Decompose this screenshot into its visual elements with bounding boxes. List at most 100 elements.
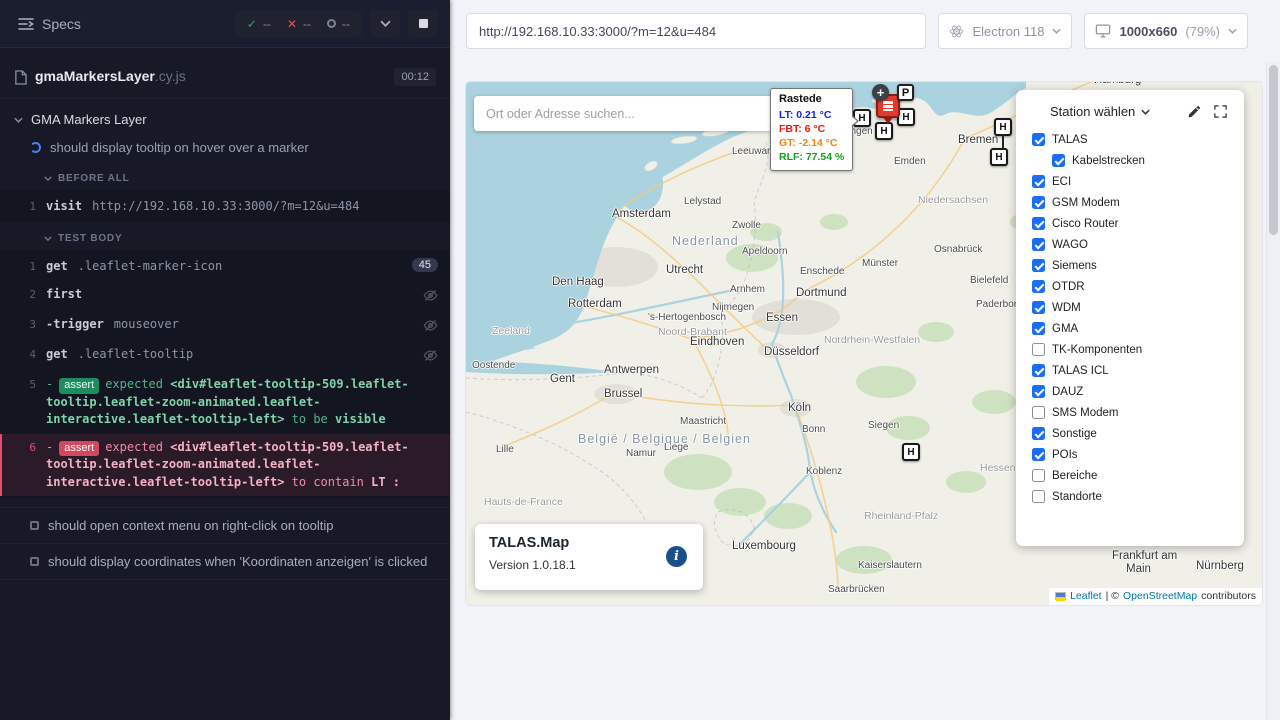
station-checkbox-list: TALAS Kabelstrecken ECI GSM ModemCisco Rout… bbox=[1030, 129, 1230, 507]
station-checkbox-row[interactable]: Kabelstrecken bbox=[1030, 150, 1230, 171]
cross-icon: ✕ bbox=[287, 17, 297, 31]
command-row[interactable]: 5-assertexpected <div#leaflet-tooltip-50… bbox=[0, 371, 450, 434]
station-checkbox-row[interactable]: DAUZ bbox=[1030, 381, 1230, 402]
page-scrollbar[interactable] bbox=[1266, 62, 1280, 720]
station-checkbox[interactable] bbox=[1032, 217, 1045, 230]
station-checkbox[interactable] bbox=[1032, 427, 1045, 440]
station-checkbox[interactable] bbox=[1032, 469, 1045, 482]
eye-slash-icon bbox=[423, 346, 438, 366]
section-header[interactable]: TEST BODY bbox=[0, 223, 450, 250]
station-marker[interactable]: H bbox=[990, 148, 1008, 166]
scrollbar-thumb[interactable] bbox=[1269, 65, 1278, 235]
tooltip-measurements: LT: 0.21 °CFBT: 6 °CGT: -2.14 °CRLF: 77.… bbox=[779, 108, 844, 165]
command-number: 2 bbox=[2, 286, 46, 301]
station-checkbox-row[interactable]: GMA bbox=[1030, 318, 1230, 339]
browser-select[interactable]: Electron 118 bbox=[938, 13, 1072, 49]
command-message: mouseover bbox=[114, 317, 179, 331]
station-label: WDM bbox=[1052, 302, 1081, 314]
command-row[interactable]: 1get.leaflet-marker-icon45 bbox=[0, 253, 450, 280]
station-label: Siemens bbox=[1052, 260, 1097, 272]
station-checkbox[interactable] bbox=[1032, 238, 1045, 251]
pending-test-row[interactable]: should display coordinates when 'Koordin… bbox=[0, 543, 450, 580]
station-checkbox[interactable] bbox=[1052, 154, 1065, 167]
assert-text: visible bbox=[335, 412, 386, 426]
station-checkbox-row[interactable]: Bereiche bbox=[1030, 465, 1230, 486]
station-checkbox-row[interactable]: TALAS bbox=[1030, 129, 1230, 150]
station-label: ECI bbox=[1052, 176, 1071, 188]
pending-count: -- bbox=[342, 17, 350, 31]
station-checkbox[interactable] bbox=[1032, 490, 1045, 503]
specs-menu-button[interactable]: Specs bbox=[12, 12, 87, 36]
specs-label: Specs bbox=[42, 16, 81, 32]
url-input[interactable]: http://192.168.10.33:3000/?m=12&u=484 bbox=[466, 13, 926, 49]
station-label: GMA bbox=[1052, 323, 1078, 335]
suite-row[interactable]: GMA Markers Layer bbox=[0, 99, 450, 134]
station-checkbox[interactable] bbox=[1032, 364, 1045, 377]
station-checkbox-row[interactable]: WAGO bbox=[1030, 234, 1230, 255]
child-command-dash: - bbox=[46, 440, 53, 454]
station-checkbox-row[interactable]: Cisco Router bbox=[1030, 213, 1230, 234]
station-checkbox[interactable] bbox=[1032, 301, 1045, 314]
viewport-size: 1000x660 bbox=[1119, 24, 1177, 39]
info-icon[interactable]: i bbox=[666, 546, 687, 567]
stop-button[interactable] bbox=[408, 10, 438, 37]
station-checkbox-row[interactable]: POIs bbox=[1030, 444, 1230, 465]
station-checkbox-row[interactable]: WDM bbox=[1030, 297, 1230, 318]
station-label: TALAS ICL bbox=[1052, 365, 1109, 377]
station-checkbox-row[interactable]: Standorte bbox=[1030, 486, 1230, 507]
address-search-input[interactable]: Ort oder Adresse suchen... bbox=[474, 96, 774, 131]
station-checkbox-row[interactable]: GSM Modem bbox=[1030, 192, 1230, 213]
viewport-select[interactable]: 1000x660 (79%) bbox=[1084, 13, 1248, 49]
station-marker[interactable]: H bbox=[875, 122, 893, 140]
station-label: TALAS bbox=[1052, 134, 1088, 146]
electron-icon bbox=[949, 24, 964, 39]
station-checkbox[interactable] bbox=[1032, 406, 1045, 419]
assert-text: to contain bbox=[284, 475, 371, 489]
station-checkbox-row[interactable]: TALAS ICL bbox=[1030, 360, 1230, 381]
chevron-down-icon bbox=[44, 236, 52, 241]
station-checkbox-row[interactable]: TK-Komponenten bbox=[1030, 339, 1230, 360]
collapse-preview-button[interactable] bbox=[370, 10, 400, 37]
tooltip-measurement: RLF: 77.54 % bbox=[779, 150, 844, 164]
station-checkbox[interactable] bbox=[1032, 280, 1045, 293]
station-select-dropdown[interactable]: Station wählen bbox=[1050, 104, 1150, 119]
pending-test-row[interactable]: should open context menu on right-click … bbox=[0, 507, 450, 543]
edit-pencil-icon[interactable] bbox=[1187, 104, 1202, 119]
station-checkbox[interactable] bbox=[1032, 133, 1045, 146]
command-number: 5 bbox=[2, 376, 46, 391]
station-checkbox[interactable] bbox=[1032, 322, 1045, 335]
expand-icon[interactable] bbox=[1213, 104, 1228, 119]
station-checkbox[interactable] bbox=[1032, 448, 1045, 461]
command-row[interactable]: 6-assertexpected <div#leaflet-tooltip-50… bbox=[0, 434, 450, 497]
p-marker[interactable]: P bbox=[897, 84, 914, 101]
spec-header[interactable]: gmaMarkersLayer.cy.js 00:12 bbox=[0, 56, 450, 99]
command-row[interactable]: 3-triggermouseover bbox=[0, 311, 450, 341]
command-row[interactable]: 2first bbox=[0, 281, 450, 311]
station-checkbox-row[interactable]: Siemens bbox=[1030, 255, 1230, 276]
command-row[interactable]: 1visithttp://192.168.10.33:3000/?m=12&u=… bbox=[0, 193, 450, 220]
station-checkbox-row[interactable]: ECI bbox=[1030, 171, 1230, 192]
station-checkbox[interactable] bbox=[1032, 175, 1045, 188]
leaflet-link[interactable]: Leaflet bbox=[1070, 590, 1102, 602]
cluster-expand-button[interactable]: + bbox=[872, 84, 889, 101]
openstreetmap-link[interactable]: OpenStreetMap bbox=[1123, 590, 1197, 602]
station-checkbox[interactable] bbox=[1032, 343, 1045, 356]
station-checkbox[interactable] bbox=[1032, 385, 1045, 398]
station-checkbox-row[interactable]: OTDR bbox=[1030, 276, 1230, 297]
section-header[interactable]: BEFORE ALL bbox=[0, 163, 450, 190]
station-checkbox-row[interactable]: Sonstige bbox=[1030, 423, 1230, 444]
reporter-header: Specs ✓ -- ✕ -- -- bbox=[0, 0, 450, 48]
command-method: get bbox=[46, 259, 68, 273]
station-checkbox[interactable] bbox=[1032, 259, 1045, 272]
station-checkbox-row[interactable]: SMS Modem bbox=[1030, 402, 1230, 423]
station-tooltip[interactable]: Rastede LT: 0.21 °CFBT: 6 °CGT: -2.14 °C… bbox=[770, 88, 853, 171]
command-list: 1get.leaflet-marker-icon452first3-trigge… bbox=[0, 250, 450, 499]
station-checkbox[interactable] bbox=[1032, 196, 1045, 209]
command-row[interactable]: 4get.leaflet-tooltip bbox=[0, 341, 450, 371]
command-list: 1visithttp://192.168.10.33:3000/?m=12&u=… bbox=[0, 190, 450, 223]
chevron-down-icon bbox=[14, 117, 23, 123]
station-marker[interactable]: H bbox=[902, 443, 920, 461]
specs-menu-icon bbox=[18, 17, 34, 31]
app-under-test-map[interactable]: HamburgBremenGroningenLeeuwardenEmdenNie… bbox=[466, 82, 1262, 605]
active-test-row[interactable]: should display tooltip on hover over a m… bbox=[0, 134, 450, 163]
